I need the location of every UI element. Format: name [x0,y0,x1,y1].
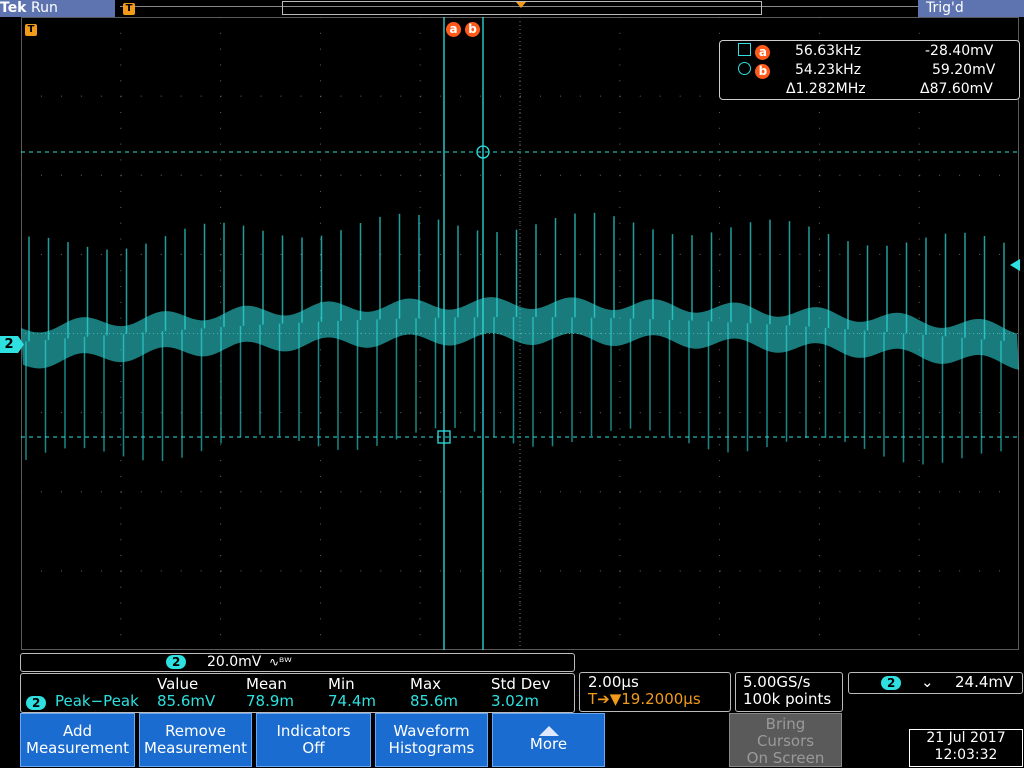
meas-header-mean: Mean [246,675,287,693]
timebase-panel[interactable]: 2.00µs T➔▼19.2000µs [579,672,731,712]
more-label: More [529,735,568,753]
waveform-histograms-line2: Histograms [388,739,475,757]
time-label: 12:03:32 [934,747,998,763]
add-measurement-button[interactable]: Add Measurement [20,713,135,767]
channel-2-ground-marker[interactable]: 2 [0,336,18,353]
cursor-a-voltage: -28.40mV [925,43,994,59]
time-per-div: 2.00µs [588,673,639,691]
meas-header-min: Min [328,675,355,693]
record-length: 100k points [743,690,832,708]
channel-2-waveform [21,212,1019,465]
channel-2-marker-label: 2 [4,337,14,352]
cursor-b-voltage: 59.20mV [932,62,996,78]
trigger-position-marker: T [123,3,135,15]
indicators-line1: Indicators [276,722,351,740]
cursor-a-badge[interactable]: a [446,22,461,37]
indicators-line2: Off [302,739,325,757]
waveform-display[interactable] [21,17,1019,650]
delta-frequency: Δ1.282MHz [786,81,866,97]
cursor-b-badge[interactable]: b [465,22,480,37]
cursor-b-frequency: 54.23kHz [795,62,862,78]
bandwidth-limit-icon: ∿ᴮᵂ [269,655,292,669]
ground-arrow-icon [18,336,24,353]
remove-measurement-line2: Measurement [144,739,247,757]
meas-header-max: Max [410,675,442,693]
brand-label: Tek [0,0,27,16]
remove-measurement-button[interactable]: Remove Measurement [139,713,252,767]
datetime-display: 21 Jul 2017 12:03:32 [909,729,1023,767]
sample-rate: 5.00GS/s [743,673,811,691]
trigger-channel-badge: 2 [881,676,902,690]
waveform-histograms-line1: Waveform [393,722,470,740]
acquisition-panel[interactable]: 5.00GS/s 100k points [735,672,843,712]
meas-channel-badge: 2 [26,696,47,710]
delta-voltage: Δ87.60mV [920,81,993,97]
trigger-slope-icon: ⌄ [921,673,934,691]
more-button[interactable]: More [492,713,605,767]
add-measurement-line1: Add [62,722,93,740]
waveform-histograms-button[interactable]: Waveform Histograms [375,713,488,767]
meas-stddev: 3.02m [491,692,540,710]
meas-header-value: Value [157,675,199,693]
meas-value: 85.6mV [157,692,216,710]
bring-cursors-line2: Cursors [756,732,815,750]
trigger-delay: T➔▼19.2000µs [588,690,701,708]
channel-scale: 20.0mV [207,654,262,670]
remove-measurement-line1: Remove [165,722,226,740]
meas-min: 74.4m [328,692,377,710]
channel-scale-bar[interactable]: 2 20.0mV ∿ᴮᵂ [20,653,575,672]
cursor-b-readout-badge: b [755,64,771,79]
meas-header-stddev: Std Dev [491,675,551,693]
cursor-readout-panel: a 56.63kHz -28.40mV b 54.23kHz 59.20mV Δ… [719,40,1020,100]
trigger-t-marker: T [25,24,37,36]
measurement-panel[interactable]: Value Mean Min Max Std Dev 2 Peak−Peak 8… [20,673,575,713]
cursor-a-readout-badge: a [755,45,771,60]
date-label: 21 Jul 2017 [926,730,1006,746]
bring-cursors-button[interactable]: Bring Cursors On Screen [729,713,842,767]
top-status-bar: Tek Run T Trig'd [0,0,1024,17]
trigger-position-top-icon [516,2,526,8]
meas-mean: 78.9m [246,692,295,710]
trigger-status: Trig'd [926,0,964,16]
indicators-button[interactable]: Indicators Off [256,713,371,767]
meas-max: 85.6m [410,692,459,710]
circle-icon [738,62,751,75]
square-icon [738,43,751,56]
run-state: Run [31,0,58,16]
bring-cursors-line3: On Screen [746,749,825,767]
bring-cursors-line1: Bring [765,715,806,733]
channel-2-badge: 2 [166,655,187,669]
trigger-level: 24.4mV [955,673,1014,691]
meas-name: Peak−Peak [55,692,139,710]
trigger-panel[interactable]: 2 ⌄ 24.4mV [848,672,1023,694]
add-measurement-line2: Measurement [26,739,129,757]
cursor-a-frequency: 56.63kHz [795,43,862,59]
trigger-level-icon [1010,259,1020,271]
